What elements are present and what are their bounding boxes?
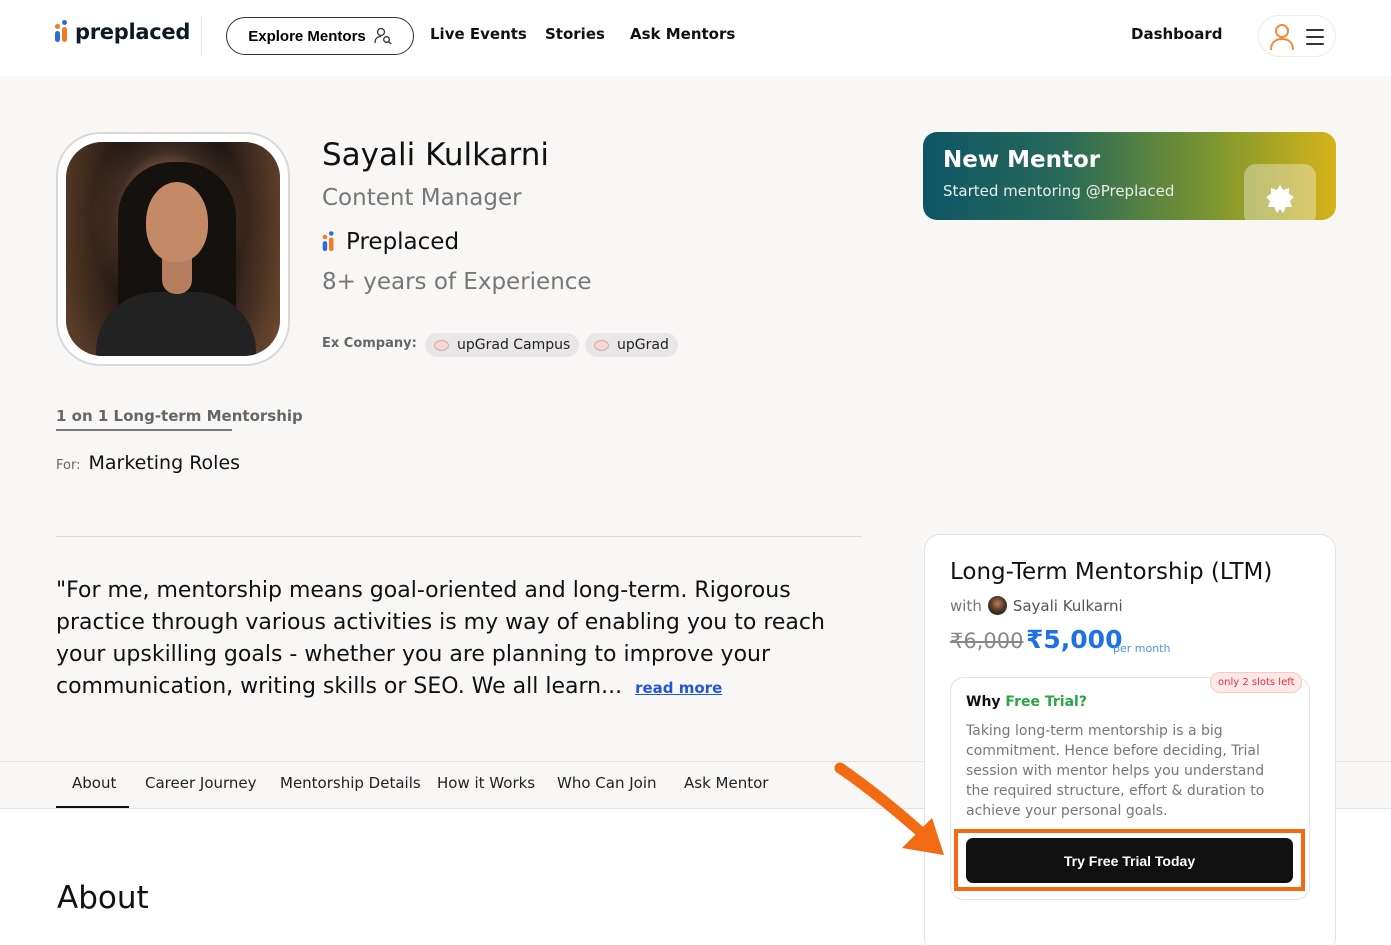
pricing-mentor-name: Sayali Kulkarni <box>1012 596 1123 615</box>
target-roles: For: Marketing Roles <box>56 452 240 474</box>
mentor-avatar-frame <box>56 132 290 366</box>
tab-who-can-join[interactable]: Who Can Join <box>557 774 657 792</box>
ex-company-name: upGrad <box>617 337 669 353</box>
pricing-mentor: with Sayali Kulkarni <box>950 596 1123 615</box>
mentor-quote: "For me, mentorship means goal-oriented … <box>56 575 864 704</box>
hamburger-menu-icon <box>1306 29 1324 50</box>
why-highlight: Free Trial? <box>1005 694 1087 710</box>
about-heading: About <box>57 880 149 916</box>
upgrad-logo-icon <box>594 339 609 351</box>
price-period: per month <box>1113 642 1171 655</box>
logo-text: preplaced <box>75 20 191 44</box>
tab-career-journey[interactable]: Career Journey <box>145 774 257 792</box>
active-tab-indicator <box>56 806 129 808</box>
discounted-price: ₹5,000 <box>1026 625 1123 654</box>
mentor-mini-avatar <box>987 596 1007 615</box>
ex-company-chip: upGrad Campus <box>425 333 580 357</box>
nav-divider <box>201 16 202 56</box>
mentor-avatar <box>66 142 280 356</box>
read-more-link[interactable]: read more <box>635 679 722 697</box>
mentor-experience: 8+ years of Experience <box>322 269 592 295</box>
why-prefix: Why <box>966 694 1001 710</box>
original-price: ₹6,000 <box>950 629 1024 653</box>
mentorship-type-label: 1 on 1 Long-term Mentorship <box>56 407 303 425</box>
company-name: Preplaced <box>346 229 460 255</box>
why-free-trial-text: Taking long-term mentorship is a big com… <box>966 723 1265 819</box>
ex-company-label: Ex Company: <box>322 336 417 351</box>
tab-ask-mentor[interactable]: Ask Mentor <box>684 774 768 792</box>
preplaced-company-icon <box>322 231 336 253</box>
nav-link-live-events[interactable]: Live Events <box>430 25 527 43</box>
explore-mentors-label: Explore Mentors <box>248 27 366 45</box>
mentor-company: Preplaced <box>322 229 459 255</box>
preplaced-logo[interactable]: preplaced <box>55 20 190 44</box>
with-label: with <box>950 596 982 615</box>
user-icon <box>1270 24 1294 51</box>
try-free-trial-button[interactable]: Try Free Trial Today <box>966 838 1293 883</box>
why-free-trial-heading: Why Free Trial? <box>966 694 1087 710</box>
user-search-icon <box>374 27 392 45</box>
slots-left-badge: only 2 slots left <box>1210 672 1303 693</box>
annotation-arrow-icon <box>834 762 944 855</box>
mentor-name: Sayali Kulkarni <box>322 137 550 173</box>
banner-subtitle: Started mentoring @Preplaced <box>943 182 1175 200</box>
pricing-title: Long-Term Mentorship (LTM) <box>950 559 1273 585</box>
nav-link-stories[interactable]: Stories <box>545 25 605 43</box>
upgrad-campus-logo-icon <box>434 339 449 351</box>
tab-mentorship-details[interactable]: Mentorship Details <box>280 774 421 792</box>
preplaced-logo-icon <box>55 20 69 44</box>
ex-company-name: upGrad Campus <box>457 337 571 353</box>
ex-company-chip: upGrad <box>585 333 678 357</box>
dashboard-link[interactable]: Dashboard <box>1131 25 1222 43</box>
mentorship-type-underline <box>56 429 232 431</box>
nav-link-ask-mentors[interactable]: Ask Mentors <box>630 25 735 43</box>
section-divider <box>56 536 862 537</box>
new-badge-icon <box>1266 185 1294 213</box>
for-value: Marketing Roles <box>88 452 241 474</box>
top-nav: preplaced Explore Mentors Live Events St… <box>0 0 1391 76</box>
explore-mentors-button[interactable]: Explore Mentors <box>226 17 414 55</box>
tab-how-it-works[interactable]: How it Works <box>437 774 535 792</box>
banner-title: New Mentor <box>943 147 1101 173</box>
tab-about[interactable]: About <box>72 774 116 792</box>
mentor-role: Content Manager <box>322 185 522 211</box>
for-label: For: <box>56 458 81 473</box>
new-mentor-banner: New Mentor Started mentoring @Preplaced <box>923 132 1336 220</box>
user-menu-button[interactable] <box>1258 15 1336 57</box>
